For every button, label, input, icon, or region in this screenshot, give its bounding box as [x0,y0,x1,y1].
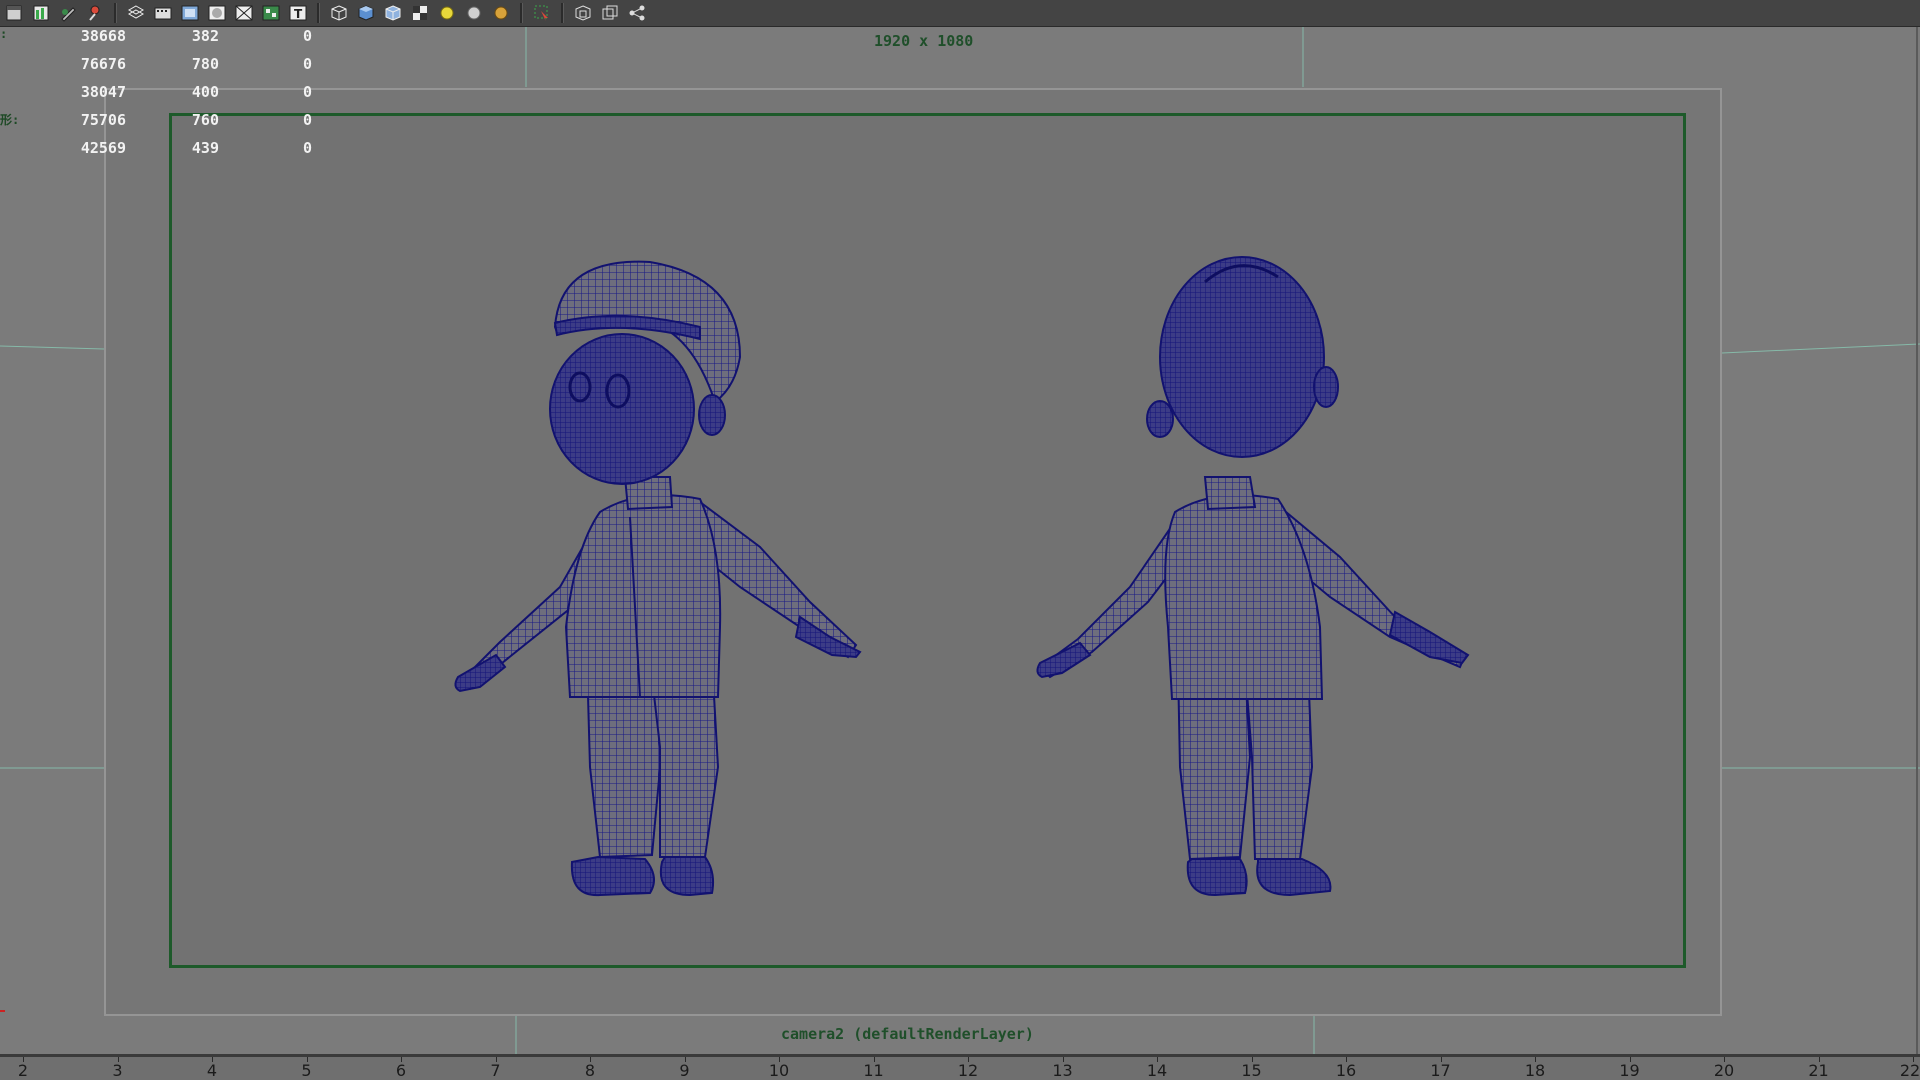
graph-icon[interactable] [29,1,53,25]
time-slider-frame-number: 9 [679,1061,690,1080]
textured-icon[interactable] [408,1,432,25]
hud-value: 0 [302,139,312,157]
hud-value: 382 [191,27,219,45]
hud-value: 0 [302,55,312,73]
hud-row: 76676 780 0 [0,55,340,75]
wireframe-icon[interactable] [124,1,148,25]
toolbar-separator [561,3,564,23]
time-slider-frame-number: 11 [863,1061,884,1080]
hud-row-label: 形: [0,113,20,127]
share-icon[interactable] [625,1,649,25]
hud-value: 38047 [80,83,126,101]
hud-row: 形: 75706 760 0 [0,111,340,131]
time-slider-frame-number: 10 [768,1061,790,1080]
time-slider-frame-number: 20 [1713,1061,1735,1080]
time-slider[interactable]: 2 3 4 5 6 7 8 9 10 11 12 13 14 15 16 17 18 19 20 21 22 [0,1054,1920,1080]
hud-row: 38047 400 0 [0,83,340,103]
character-meshes [454,256,1470,897]
toolbar-separator [520,3,523,23]
isolate-select-icon[interactable] [530,1,554,25]
panel-icon[interactable] [2,1,26,25]
hud-value: 780 [191,55,219,73]
time-slider-frame-number: 13 [1052,1061,1073,1080]
time-slider-frame-number: 5 [301,1061,312,1080]
viewport-toolbar: T [0,0,1920,27]
safe-title-icon[interactable]: T [286,1,310,25]
hud-value: 400 [191,83,219,101]
resolution-label: 1920 x 1080 [874,32,974,50]
wireframe-cube-icon[interactable] [327,1,351,25]
hud-value: 38668 [80,27,126,45]
hud-value: 42569 [80,139,126,157]
hud-value: 75706 [80,111,126,129]
xray-joints-icon[interactable] [598,1,622,25]
hud-row: : 38668 382 0 [0,27,340,47]
default-light-icon[interactable] [435,1,459,25]
time-slider-frame-number: 15 [1241,1061,1262,1080]
time-slider-frame-number: 6 [395,1061,407,1080]
film-gate-icon[interactable] [151,1,175,25]
time-slider-frame-number: 22 [1899,1061,1920,1080]
toolbar-separator [317,3,320,23]
character-front-mesh[interactable] [454,260,862,897]
hud-value: 439 [191,139,219,157]
time-slider-frame-number: 21 [1808,1061,1829,1080]
camera-viewport[interactable]: : 38668 382 0 76676 780 0 38047 400 0 形:… [0,27,1920,1054]
toolbar-separator [114,3,117,23]
all-lights-icon[interactable] [462,1,486,25]
smooth-shade-cube-icon[interactable] [354,1,378,25]
svg-text:T: T [294,7,303,21]
time-slider-frame-number: 2 [17,1061,29,1080]
axis-indicator-icon [0,1010,5,1012]
time-slider-frame-number: 7 [490,1061,501,1080]
hud-value: 0 [302,27,312,45]
camera-name-label: camera2 (defaultRenderLayer) [781,1025,1034,1043]
wrench-icon[interactable] [56,1,80,25]
time-slider-frame-number: 12 [957,1061,979,1080]
time-slider-frame-number: 3 [112,1061,123,1080]
hud-value: 76676 [80,55,126,73]
time-slider-frame-number: 19 [1619,1061,1640,1080]
field-chart-icon[interactable] [232,1,256,25]
hud-value: 0 [302,83,312,101]
time-slider-frame-number: 18 [1524,1061,1546,1080]
xray-icon[interactable] [571,1,595,25]
shadows-icon[interactable] [489,1,513,25]
time-slider-frame-number: 8 [584,1061,596,1080]
hud-value: 0 [302,111,312,129]
gate-mask-icon[interactable] [205,1,229,25]
time-slider-frame-number: 4 [206,1061,218,1080]
character-back-mesh[interactable] [1036,256,1470,897]
time-slider-frame-number: 14 [1146,1061,1168,1080]
hud-row: 42569 439 0 [0,139,340,159]
pin-icon[interactable] [83,1,107,25]
hud-row-label: : [0,27,8,41]
time-slider-frame-number: 17 [1430,1061,1451,1080]
shaded-wireframe-cube-icon[interactable] [381,1,405,25]
resolution-gate-icon[interactable] [178,1,202,25]
time-slider-frame-number: 16 [1335,1061,1357,1080]
hud-value: 760 [191,111,219,129]
safe-action-icon[interactable] [259,1,283,25]
